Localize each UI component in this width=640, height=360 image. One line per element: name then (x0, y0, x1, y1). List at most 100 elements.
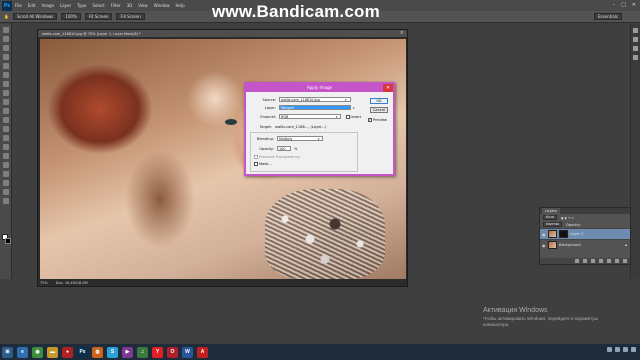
layer-row[interactable]: ◉ Background 🔒︎ (540, 239, 630, 250)
crop-tool-icon[interactable] (2, 63, 9, 69)
menu-image[interactable]: Image (41, 3, 54, 8)
explorer-icon[interactable]: e (17, 346, 28, 358)
channels-panel-icon[interactable] (633, 55, 638, 60)
layer-opacity-label: Opacity: (566, 222, 581, 227)
dialog-title: Apply Image (306, 85, 333, 90)
channel-select[interactable]: RGB (279, 114, 341, 119)
opera-icon[interactable]: O (167, 346, 178, 358)
gradient-tool-icon[interactable] (2, 126, 9, 132)
network-icon[interactable] (607, 347, 612, 352)
healing-tool-icon[interactable] (2, 81, 9, 87)
quick-select-tool-icon[interactable] (2, 54, 9, 60)
layer-blend-mode[interactable]: Normal (543, 222, 563, 227)
link-layers-icon[interactable] (575, 259, 579, 263)
properties-panel-icon[interactable] (633, 37, 638, 42)
menu-3d[interactable]: 3D (127, 3, 133, 8)
taskbar: ⊞ e ◉ ▬ ● Ps ◍ S ▶ ♫ Y O W A (0, 344, 640, 360)
eyedropper-tool-icon[interactable] (2, 72, 9, 78)
ok-button[interactable]: OK (370, 98, 388, 104)
cancel-button[interactable]: Cancel (370, 107, 388, 113)
history-panel-icon[interactable] (633, 28, 638, 33)
notification-icon[interactable] (631, 347, 636, 352)
source-select[interactable]: wallis.com_118810.jpg (279, 97, 351, 102)
blending-label: Blending: (256, 136, 274, 141)
menu-file[interactable]: File (15, 3, 22, 8)
close-document-icon[interactable]: × (400, 30, 404, 36)
word-icon[interactable]: W (182, 346, 193, 358)
media-icon[interactable]: ▶ (122, 346, 133, 358)
lasso-tool-icon[interactable] (2, 45, 9, 51)
hand-tool-icon[interactable] (2, 189, 9, 195)
start-icon[interactable]: ⊞ (2, 346, 13, 358)
move-tool-icon[interactable] (2, 27, 9, 33)
menu-filter[interactable]: Filter (111, 3, 121, 8)
delete-layer-icon[interactable] (623, 259, 627, 263)
zoom-100-button[interactable]: 100% (61, 13, 81, 20)
fx-icon[interactable] (583, 259, 587, 263)
music-icon[interactable]: ♫ (137, 346, 148, 358)
scroll-all-windows-checkbox[interactable]: Scroll All Windows (12, 13, 58, 20)
menu-layer[interactable]: Layer (60, 3, 71, 8)
photoshop-icon[interactable]: Ps (77, 346, 88, 358)
pdf-icon[interactable]: A (197, 346, 208, 358)
maximize-icon[interactable]: □ (621, 2, 626, 8)
menu-type[interactable]: Type (77, 3, 86, 8)
new-layer-icon[interactable] (615, 259, 619, 263)
opacity-input[interactable]: 100 (277, 146, 291, 151)
blur-tool-icon[interactable] (2, 135, 9, 141)
type-tool-icon[interactable] (2, 162, 9, 168)
layer-select[interactable]: Merged (279, 105, 351, 110)
record-icon[interactable]: ● (62, 346, 73, 358)
document-tab[interactable]: wallis.com_118810.jpg @ 75% (Layer 1, La… (38, 30, 407, 37)
visibility-eye-icon[interactable]: ◉ (542, 232, 546, 237)
adjustments-panel-icon[interactable] (633, 46, 638, 51)
minimize-icon[interactable]: – (613, 2, 616, 8)
target-row: Target: wallis.com_1188..., (Layer...) (250, 125, 327, 129)
path-select-tool-icon[interactable] (2, 171, 9, 177)
marquee-tool-icon[interactable] (2, 36, 9, 42)
adjustment-layer-icon[interactable] (599, 259, 603, 263)
layer-name: Layer 1 (570, 232, 584, 236)
chrome-icon[interactable]: ◉ (32, 346, 43, 358)
visibility-eye-icon[interactable]: ◉ (542, 243, 546, 248)
firefox-icon[interactable]: ◍ (92, 346, 103, 358)
eraser-tool-icon[interactable] (2, 117, 9, 123)
zoom-tool-icon[interactable] (2, 198, 9, 204)
blending-select[interactable]: Multiply (277, 136, 323, 141)
fit-screen-button[interactable]: Fit Screen (84, 13, 113, 20)
window-controls: – □ ✕ (613, 2, 636, 8)
volume-icon[interactable] (615, 347, 620, 352)
menu-view[interactable]: View (138, 3, 148, 8)
menu-window[interactable]: Window (154, 3, 170, 8)
menu-select[interactable]: Select (92, 3, 104, 8)
dodge-tool-icon[interactable] (2, 144, 9, 150)
pen-tool-icon[interactable] (2, 153, 9, 159)
preview-row: Preview (368, 117, 387, 122)
clone-stamp-tool-icon[interactable] (2, 99, 9, 105)
yandex-icon[interactable]: Y (152, 346, 163, 358)
add-mask-icon[interactable] (591, 259, 595, 263)
skype-icon[interactable]: S (107, 346, 118, 358)
fill-screen-button[interactable]: Fill Screen (116, 13, 145, 20)
preview-checkbox[interactable] (368, 117, 372, 122)
dialog-close-icon[interactable]: ✕ (383, 84, 393, 92)
language-icon[interactable] (623, 347, 628, 352)
workspace-select[interactable]: Essentials (593, 13, 622, 20)
close-icon[interactable]: ✕ (632, 2, 636, 8)
zoom-level[interactable]: 75% (40, 281, 48, 285)
menu-help[interactable]: Help (175, 3, 184, 8)
brush-tool-icon[interactable] (2, 90, 9, 96)
tab-layers[interactable]: Layers (542, 208, 560, 214)
mask-checkbox[interactable] (254, 162, 258, 166)
new-group-icon[interactable] (607, 259, 611, 263)
invert-checkbox[interactable] (345, 114, 350, 119)
history-brush-tool-icon[interactable] (2, 108, 9, 114)
layer-row[interactable]: ◉ Layer 1 (540, 228, 630, 239)
preview-label: Preview (373, 118, 387, 122)
menu-edit[interactable]: Edit (28, 3, 36, 8)
shape-tool-icon[interactable] (2, 180, 9, 186)
background-color-swatch[interactable] (5, 238, 11, 244)
preserve-transparency-checkbox[interactable] (254, 155, 258, 159)
layer-kind-filter[interactable]: Kind (543, 215, 557, 220)
folder-icon[interactable]: ▬ (47, 346, 58, 358)
